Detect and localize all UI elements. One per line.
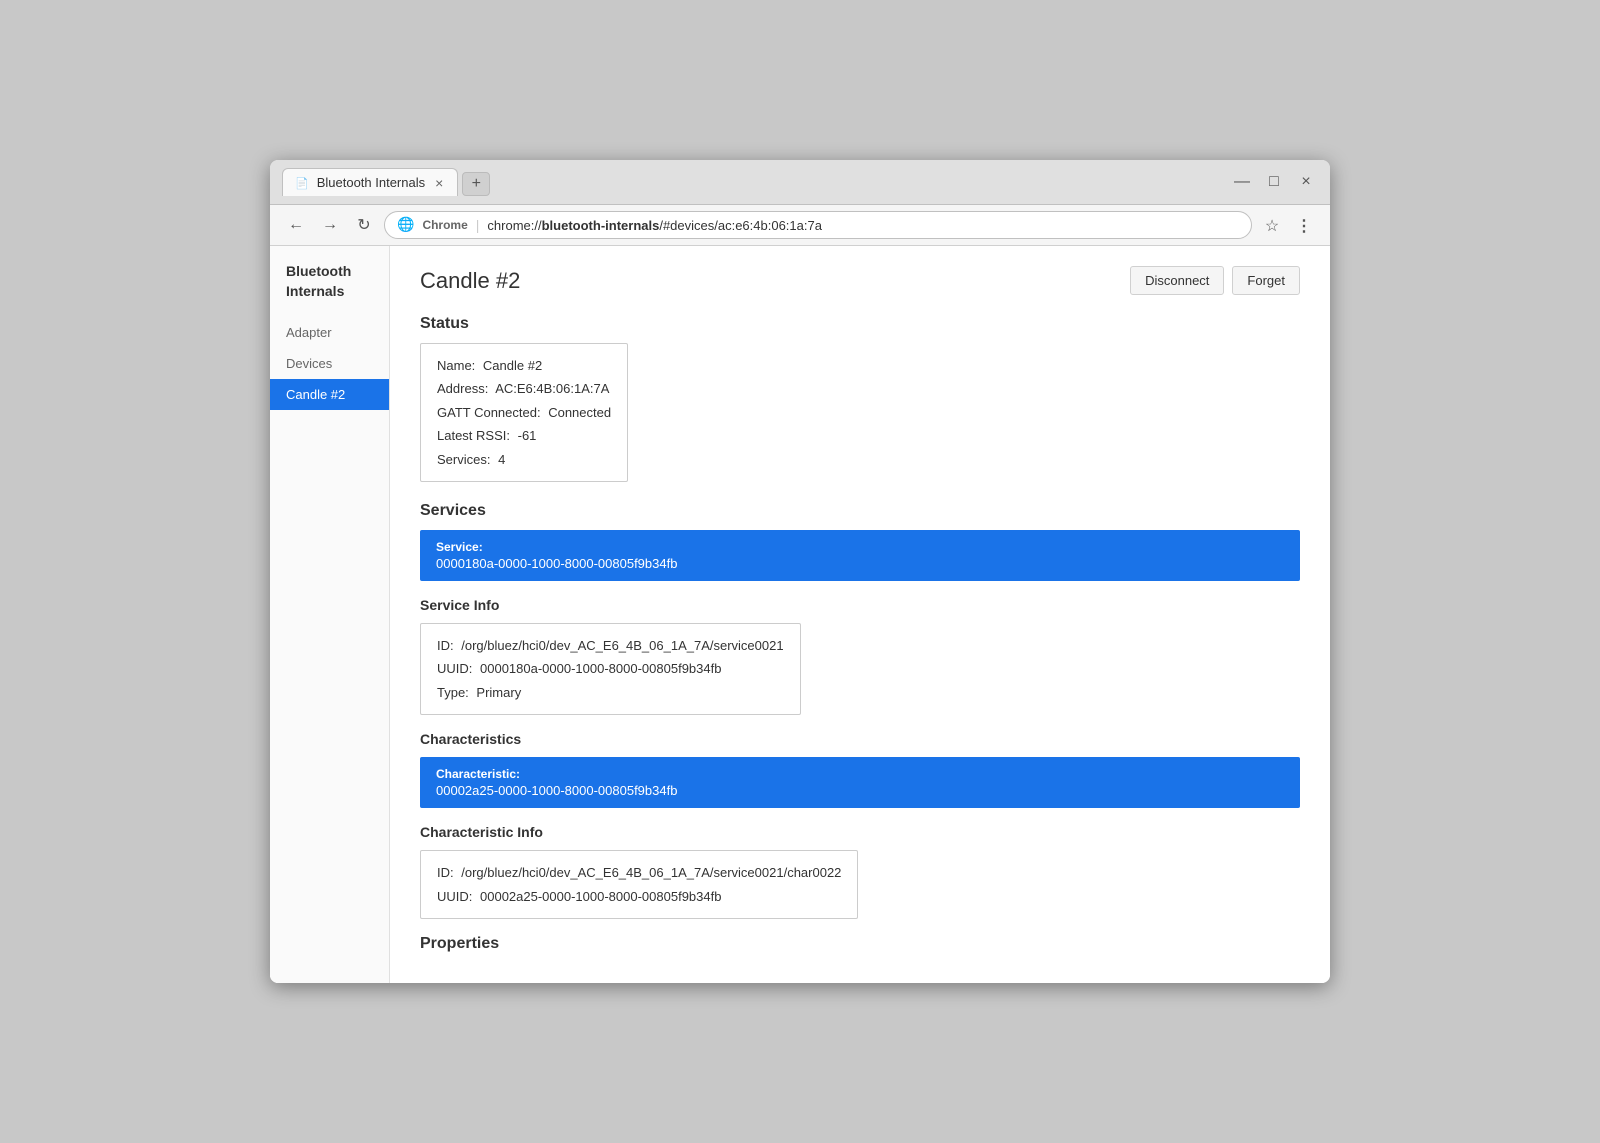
sidebar: Bluetooth Internals Adapter Devices Cand… xyxy=(270,246,390,983)
char-bar-label: Characteristic: xyxy=(436,767,1284,781)
back-button[interactable] xyxy=(282,211,310,239)
service-id-value: /org/bluez/hci0/dev_AC_E6_4B_06_1A_7A/se… xyxy=(461,638,783,653)
back-icon xyxy=(288,216,304,234)
service-uuid-value: 0000180a-0000-1000-8000-00805f9b34fb xyxy=(480,661,721,676)
star-icon xyxy=(1265,215,1279,236)
characteristic-info-section-title: Characteristic Info xyxy=(420,824,1300,840)
service-id-row: ID: /org/bluez/hci0/dev_AC_E6_4B_06_1A_7… xyxy=(437,634,784,657)
service-info-box: ID: /org/bluez/hci0/dev_AC_E6_4B_06_1A_7… xyxy=(420,623,801,715)
nav-extras xyxy=(1258,211,1318,239)
forget-button[interactable]: Forget xyxy=(1232,266,1300,295)
status-name-row: Name: Candle #2 xyxy=(437,354,611,377)
tab-icon xyxy=(295,175,309,190)
char-uuid-value: 00002a25-0000-1000-8000-00805f9b34fb xyxy=(480,889,721,904)
status-services-value: 4 xyxy=(498,452,505,467)
sidebar-devices-label: Devices xyxy=(286,356,332,371)
browser-window: Bluetooth Internals × + — □ × Chrome | c… xyxy=(270,160,1330,983)
new-tab-button[interactable]: + xyxy=(462,172,490,196)
app-content: Bluetooth Internals Adapter Devices Cand… xyxy=(270,246,1330,983)
service-bar-label: Service: xyxy=(436,540,1284,554)
chrome-label: Chrome xyxy=(422,218,467,232)
status-gatt-row: GATT Connected: Connected xyxy=(437,401,611,424)
address-text: chrome://bluetooth-internals/#devices/ac… xyxy=(487,218,1239,233)
close-button[interactable]: × xyxy=(1294,170,1318,194)
status-address-row: Address: AC:E6:4B:06:1A:7A xyxy=(437,377,611,400)
status-gatt-label: GATT Connected: xyxy=(437,405,541,420)
page-header: Candle #2 Disconnect Forget xyxy=(420,266,1300,295)
status-name-value: Candle #2 xyxy=(483,358,542,373)
status-rssi-label: Latest RSSI: xyxy=(437,428,510,443)
status-info-box: Name: Candle #2 Address: AC:E6:4B:06:1A:… xyxy=(420,343,628,482)
status-services-row: Services: 4 xyxy=(437,448,611,471)
service-bar[interactable]: Service: 0000180a-0000-1000-8000-00805f9… xyxy=(420,530,1300,581)
status-services-label: Services: xyxy=(437,452,490,467)
status-rssi-row: Latest RSSI: -61 xyxy=(437,424,611,447)
forward-button[interactable] xyxy=(316,211,344,239)
main-content: Candle #2 Disconnect Forget Status Name:… xyxy=(390,246,1330,983)
char-id-row: ID: /org/bluez/hci0/dev_AC_E6_4B_06_1A_7… xyxy=(437,861,841,884)
char-info-box: ID: /org/bluez/hci0/dev_AC_E6_4B_06_1A_7… xyxy=(420,850,858,919)
services-section-title: Services xyxy=(420,502,1300,520)
characteristics-section-title: Characteristics xyxy=(420,731,1300,747)
char-id-value: /org/bluez/hci0/dev_AC_E6_4B_06_1A_7A/se… xyxy=(461,865,841,880)
globe-icon xyxy=(397,216,414,234)
service-uuid-row: UUID: 0000180a-0000-1000-8000-00805f9b34… xyxy=(437,657,784,680)
dots-icon xyxy=(1296,215,1312,236)
sidebar-item-devices[interactable]: Devices xyxy=(270,348,389,379)
status-gatt-value: Connected xyxy=(548,405,611,420)
tab-label: Bluetooth Internals xyxy=(317,175,425,190)
window-controls: — □ × xyxy=(1230,170,1318,194)
sidebar-title: Bluetooth Internals xyxy=(270,262,389,317)
header-actions: Disconnect Forget xyxy=(1130,266,1300,295)
forward-icon xyxy=(322,216,338,234)
properties-section-title: Properties xyxy=(420,935,1300,953)
service-type-label: Type: xyxy=(437,685,469,700)
address-rest: /#devices/ac:e6:4b:06:1a:7a xyxy=(659,218,822,233)
sidebar-item-adapter[interactable]: Adapter xyxy=(270,317,389,348)
bookmark-button[interactable] xyxy=(1258,211,1286,239)
sidebar-adapter-label: Adapter xyxy=(286,325,332,340)
sidebar-item-candle[interactable]: Candle #2 xyxy=(270,379,389,410)
status-name-label: Name: xyxy=(437,358,475,373)
reload-icon xyxy=(357,215,370,235)
title-bar: Bluetooth Internals × + — □ × xyxy=(270,160,1330,205)
status-rssi-value: -61 xyxy=(518,428,537,443)
status-address-value: AC:E6:4B:06:1A:7A xyxy=(495,381,609,396)
service-uuid-label: UUID: xyxy=(437,661,472,676)
sidebar-candle-label: Candle #2 xyxy=(286,387,345,402)
page-title: Candle #2 xyxy=(420,268,520,294)
nav-bar: Chrome | chrome://bluetooth-internals/#d… xyxy=(270,205,1330,246)
service-type-value: Primary xyxy=(476,685,521,700)
char-uuid-row: UUID: 00002a25-0000-1000-8000-00805f9b34… xyxy=(437,885,841,908)
service-id-label: ID: xyxy=(437,638,454,653)
char-uuid-label: UUID: xyxy=(437,889,472,904)
char-bar-uuid: 00002a25-0000-1000-8000-00805f9b34fb xyxy=(436,783,1284,798)
status-section-title: Status xyxy=(420,315,1300,333)
disconnect-button[interactable]: Disconnect xyxy=(1130,266,1224,295)
status-address-label: Address: xyxy=(437,381,488,396)
address-bold: bluetooth-internals xyxy=(542,218,660,233)
char-id-label: ID: xyxy=(437,865,454,880)
address-plain: chrome:// xyxy=(487,218,541,233)
service-info-section-title: Service Info xyxy=(420,597,1300,613)
tab-area: Bluetooth Internals × + xyxy=(282,168,1222,196)
characteristic-bar[interactable]: Characteristic: 00002a25-0000-1000-8000-… xyxy=(420,757,1300,808)
service-type-row: Type: Primary xyxy=(437,681,784,704)
tab-close-button[interactable]: × xyxy=(433,176,445,190)
address-bar[interactable]: Chrome | chrome://bluetooth-internals/#d… xyxy=(384,211,1252,239)
menu-button[interactable] xyxy=(1290,211,1318,239)
maximize-button[interactable]: □ xyxy=(1262,170,1286,194)
minimize-button[interactable]: — xyxy=(1230,170,1254,194)
service-bar-uuid: 0000180a-0000-1000-8000-00805f9b34fb xyxy=(436,556,1284,571)
active-tab[interactable]: Bluetooth Internals × xyxy=(282,168,458,196)
reload-button[interactable] xyxy=(350,211,378,239)
address-separator: | xyxy=(476,217,480,233)
